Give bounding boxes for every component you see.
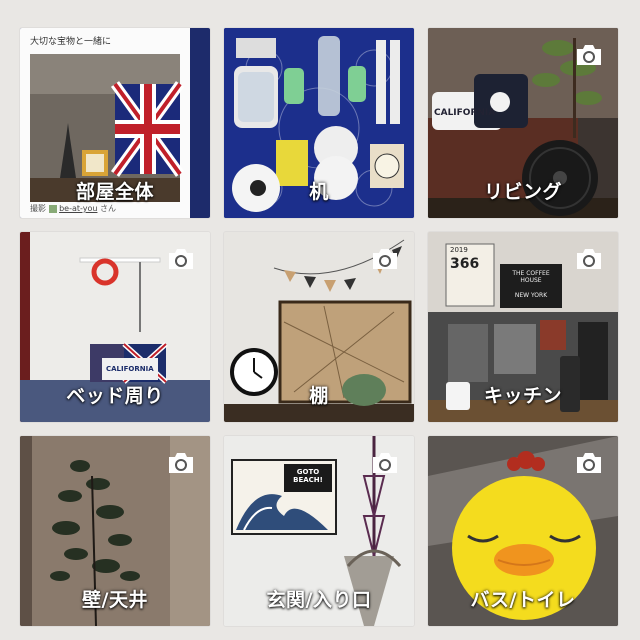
category-label: 机 — [309, 181, 329, 203]
camera-icon — [169, 249, 193, 269]
category-label: 棚 — [309, 385, 329, 407]
coffee-sign-sub: NEW YORK — [514, 292, 548, 299]
credit-user-link[interactable]: be-at-you — [59, 204, 97, 213]
category-label: ベッド周り — [66, 385, 164, 407]
category-label: バス/トイレ — [470, 589, 576, 611]
category-tile-wall[interactable]: 壁/天井 — [20, 436, 210, 626]
poster-title: GOTO BEACH! — [293, 468, 323, 484]
category-label: 壁/天井 — [82, 589, 148, 611]
category-label: リビング — [483, 181, 562, 203]
category-tile-kitchen[interactable]: 2019 366 THE COFFEE HOUSE NEW YORK キッチン — [428, 232, 618, 422]
coffee-sign: THE COFFEE HOUSE — [512, 270, 550, 284]
card-title: 大切な宝物と一緒に — [30, 37, 112, 47]
calendar-year: 2019 — [450, 246, 468, 254]
category-tile-room[interactable]: 大切な宝物と一緒に 撮影 be-at-you さん 部屋全体 — [20, 28, 210, 218]
pillow-print: CALIFORNIA — [106, 365, 154, 373]
category-tile-bedside[interactable]: CALIFORNIA ベッド周り — [20, 232, 210, 422]
camera-icon — [169, 453, 193, 473]
calendar-days: 366 — [450, 256, 480, 272]
category-tile-desk[interactable]: 机 — [224, 28, 414, 218]
card-credit: 撮影 be-at-you さん — [30, 204, 117, 213]
category-tile-entrance[interactable]: GOTO BEACH! 玄関/入り口 — [224, 436, 414, 626]
pillow-print: CALIFORNIA — [434, 108, 496, 118]
category-label: 玄関/入り口 — [266, 589, 372, 611]
camera-icon — [373, 453, 397, 473]
category-label: キッチン — [483, 385, 562, 407]
avatar — [48, 204, 57, 213]
category-tile-shelf[interactable]: 棚 — [224, 232, 414, 422]
camera-icon — [373, 249, 397, 269]
camera-icon — [577, 45, 601, 65]
category-label: 部屋全体 — [75, 181, 154, 203]
category-tile-living[interactable]: CALIFORNIA リビング — [428, 28, 618, 218]
category-tile-bath[interactable]: バス/トイレ — [428, 436, 618, 626]
camera-icon — [577, 249, 601, 269]
camera-icon — [577, 453, 601, 473]
